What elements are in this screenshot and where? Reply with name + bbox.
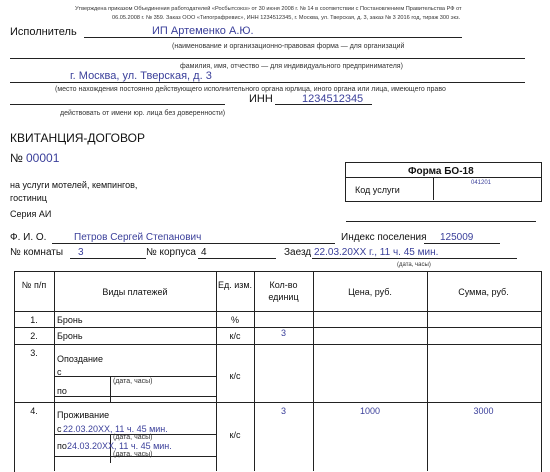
address-line [10, 82, 525, 83]
row4-name: Проживание [57, 410, 110, 420]
row4-to-value: 24.03.20XX, 11 ч. 45 мин. [67, 441, 172, 451]
row2-number: 2. [30, 331, 38, 341]
row4-from-label: с [57, 424, 62, 434]
row4-unit: к/с [229, 430, 241, 440]
address-caption: (место нахождения постоянно действующего… [55, 86, 446, 93]
fio-line [52, 243, 335, 244]
row3-to-label: по [57, 386, 67, 396]
row4-quantity: 3 [280, 406, 286, 416]
code-value: 041201 [471, 180, 492, 186]
row3-number: 3. [30, 348, 38, 358]
row2-name: Бронь [57, 331, 83, 341]
row1-unit: % [230, 315, 239, 325]
series-label: Серия АИ [10, 209, 52, 219]
room-value: 3 [78, 247, 84, 258]
header-quantity: Кол-во единиц [268, 280, 299, 302]
header-price: Цена, руб. [348, 287, 392, 297]
fio-label: Ф. И. О. [10, 232, 47, 243]
form-title: Форма БО-18 [408, 166, 474, 177]
doc-title: КВИТАНЦИЯ-ДОГОВОР [10, 131, 145, 145]
executor-line [84, 37, 462, 38]
row3-from-label: с [57, 367, 62, 377]
row4-sum: 3000 [473, 406, 494, 416]
fio-value: Петров Сергей Степанович [74, 232, 202, 243]
service-line-2: гостиниц [10, 193, 47, 203]
executor-label: Исполнитель [10, 26, 77, 38]
row1-name: Бронь [57, 315, 83, 325]
executor-caption-2: фамилия, имя, отчество — для индивидуаль… [180, 63, 403, 70]
building-value: 4 [201, 247, 207, 258]
header-number: № п/п [21, 280, 47, 290]
doc-number-value: 00001 [26, 151, 60, 165]
index-line [424, 243, 500, 244]
index-value: 125009 [440, 232, 474, 243]
row4-to-label: по [57, 441, 67, 451]
proxy-line [10, 104, 225, 105]
room-label: № комнаты [10, 247, 64, 258]
building-line [198, 258, 276, 259]
col-divider [54, 271, 55, 471]
checkin-label: Заезд [284, 247, 312, 258]
row4-price: 1000 [359, 406, 381, 416]
row4-number: 4. [30, 406, 38, 416]
code-label: Код услуги [355, 185, 400, 195]
header-payment-type: Виды платежей [102, 287, 168, 297]
row4-from-value: 22.03.20XX, 11 ч. 45 мин. [63, 424, 168, 434]
doc-number-label: № [10, 151, 23, 165]
header-note-line-2: 06.05.2008 г. № 359. Заказ ООО «Типограф… [112, 15, 461, 21]
row2-quantity: 3 [280, 328, 286, 338]
row4-caption-1: (дата, часы) [113, 434, 153, 441]
row4-caption-2: (дата, часы) [113, 451, 153, 458]
index-label: Индекс поселения [341, 232, 427, 243]
row-divider [14, 402, 541, 403]
inn-value: 1234512345 [302, 93, 364, 105]
address-value: г. Москва, ул. Тверская, д. 3 [70, 70, 212, 82]
checkin-caption: (дата, часы) [397, 262, 431, 268]
col-divider [313, 271, 314, 471]
row1-number: 1. [30, 315, 38, 325]
checkin-line [312, 258, 517, 259]
proxy-caption: действовать от имени юр. лица без довере… [60, 110, 226, 117]
row3-to-line [54, 396, 216, 397]
header-note-line-1: Утверждена приказом Объединения работода… [75, 6, 462, 12]
row-divider [14, 311, 541, 312]
row3-caption: (дата, часы) [113, 378, 153, 385]
form-box-vdivider [433, 177, 434, 200]
header-unit: Ед. изм. [217, 280, 253, 290]
row3-from-line [54, 376, 216, 377]
checkin-value: 22.03.20XX г., 11 ч. 45 мин. [314, 247, 439, 258]
row3-name: Опоздание [57, 354, 103, 364]
row2-unit: к/с [229, 331, 241, 341]
form-box-divider [345, 177, 541, 178]
executor-value: ИП Артеменко А.Ю. [152, 25, 254, 37]
header-sum: Сумма, руб. [458, 287, 509, 297]
series-right-line [346, 221, 536, 222]
row-divider [14, 344, 541, 345]
building-label: № корпуса [146, 247, 196, 258]
inn-label: ИНН [249, 93, 273, 105]
executor-line-2 [10, 58, 525, 59]
room-line [70, 258, 146, 259]
service-line-1: на услуги мотелей, кемпингов, [10, 180, 138, 190]
row3-inner-divider [110, 376, 111, 402]
col-divider [427, 271, 428, 471]
executor-caption-1: (наименование и организационно-правовая … [172, 43, 405, 50]
row3-unit: к/с [229, 371, 241, 381]
